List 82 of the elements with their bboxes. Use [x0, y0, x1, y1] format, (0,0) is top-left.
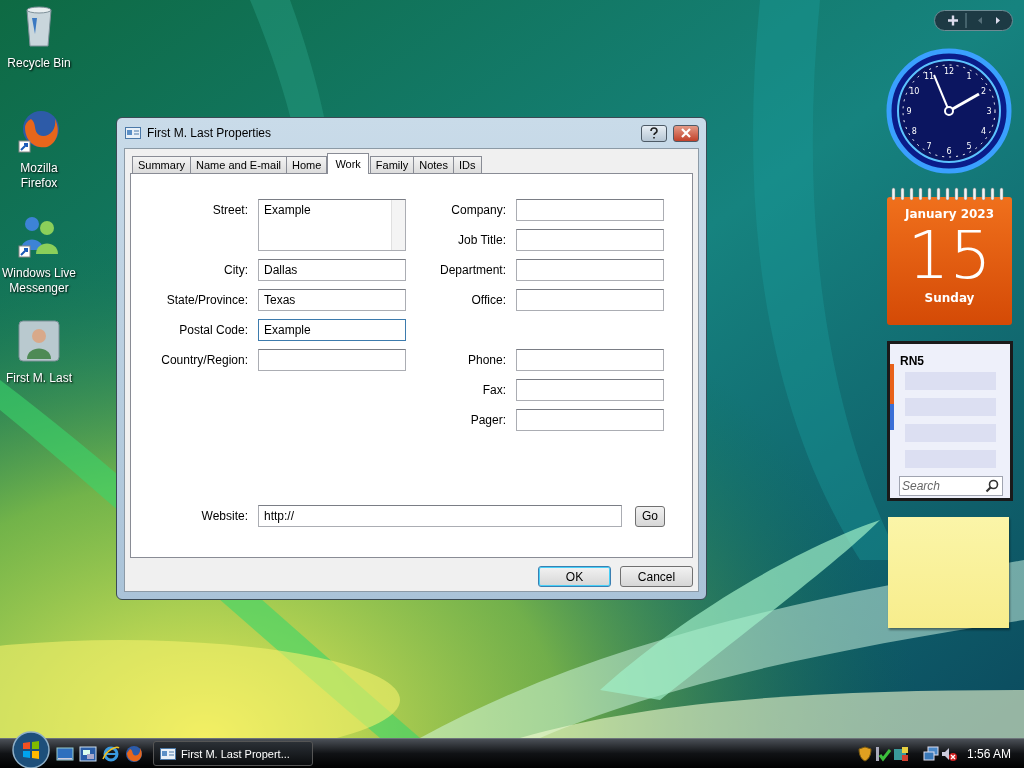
input-field[interactable]: Dallas — [258, 259, 406, 281]
field-label: Job Title: — [456, 232, 506, 249]
text-area[interactable]: Example — [258, 199, 406, 251]
dialog-button[interactable]: OK — [538, 566, 611, 587]
field-label: Country/Region: — [160, 352, 248, 369]
calendar-month: January 2023 — [904, 207, 995, 221]
clock-numeral: 1 — [966, 72, 972, 82]
window-switch-icon[interactable] — [79, 744, 97, 763]
clock-numeral: 4 — [981, 127, 987, 136]
clock-hands-drawing — [933, 74, 980, 116]
window-title: First M. Last Properties — [147, 126, 273, 140]
gadget-controls-drawing[interactable] — [934, 10, 1013, 31]
clock-numeral: 10 — [909, 87, 920, 96]
input-field[interactable] — [516, 349, 664, 371]
notes-title: RN5 — [900, 354, 925, 368]
tab[interactable]: Home — [286, 156, 328, 173]
input-field[interactable] — [516, 199, 664, 221]
taskbar-button[interactable]: First M. Last Propert... — [153, 741, 313, 766]
shield-icon[interactable] — [856, 745, 873, 762]
field-label: City: — [223, 262, 248, 279]
search-icon[interactable] — [985, 479, 999, 493]
taskbar-clock[interactable]: 1:56 AM — [966, 746, 1011, 761]
clock-numeral: 8 — [911, 127, 917, 136]
desktop-icon-label[interactable]: First M. Last — [1, 371, 77, 386]
field-label: Postal Code: — [178, 322, 248, 339]
help-button[interactable] — [641, 124, 667, 142]
tab[interactable]: Name and E-mail — [190, 156, 288, 173]
calendar-weekday: Sunday — [924, 291, 975, 305]
fox-globe-icon[interactable] — [17, 109, 61, 153]
scrollbar[interactable] — [391, 200, 405, 250]
question-mark-icon — [649, 127, 659, 139]
show-desktop-icon[interactable] — [56, 744, 74, 763]
input-field[interactable]: Texas — [258, 289, 406, 311]
clock-numeral: 5 — [966, 141, 972, 151]
input-field[interactable] — [516, 379, 664, 401]
field-label: Website: — [200, 508, 248, 525]
field-label: Fax: — [481, 382, 506, 399]
field-label: Office: — [470, 292, 506, 309]
contact-icon[interactable] — [17, 319, 61, 363]
go-button[interactable]: Go — [635, 505, 665, 527]
fox-globe-icon[interactable] — [125, 744, 143, 763]
tab[interactable]: IDs — [453, 156, 482, 173]
tab[interactable]: Family — [369, 156, 415, 173]
people-icon[interactable] — [17, 214, 61, 258]
close-icon — [680, 128, 692, 138]
clock-numeral: 12 — [943, 67, 955, 76]
field-label: Phone: — [466, 352, 506, 369]
input-field[interactable] — [516, 409, 664, 431]
field-label: Company: — [450, 202, 506, 219]
clock-numeral: 6 — [946, 147, 952, 156]
desktop-icon-label[interactable]: Windows Live Messenger — [1, 266, 77, 296]
tab[interactable]: Work — [327, 153, 369, 174]
calendar-day: 15 — [907, 221, 992, 291]
tab[interactable]: Summary — [132, 156, 192, 173]
contact-card-icon — [125, 127, 141, 139]
clock-numeral: 3 — [986, 107, 992, 116]
website-field[interactable]: http:// — [258, 505, 622, 527]
desktop-icon-label[interactable]: Recycle Bin — [1, 56, 77, 71]
input-field[interactable] — [258, 349, 406, 371]
field-label: Department: — [438, 262, 506, 279]
clock-numeral: 7 — [926, 141, 932, 151]
input-field[interactable] — [516, 229, 664, 251]
clock-numeral: 11 — [923, 72, 935, 82]
update-icon[interactable] — [892, 745, 909, 762]
field-label: Street: — [211, 202, 248, 219]
field-label: Pager: — [469, 412, 506, 429]
network-icon[interactable] — [922, 745, 939, 762]
checkmark-icon[interactable] — [874, 745, 891, 762]
clock-numeral: 2 — [981, 87, 987, 96]
tab[interactable]: Notes — [413, 156, 454, 173]
start-button[interactable] — [11, 729, 51, 768]
contact-card-icon — [160, 747, 176, 760]
desktop-icon-label[interactable]: Mozilla Firefox — [1, 161, 77, 191]
search-field[interactable]: Search — [899, 476, 1003, 496]
input-field[interactable] — [516, 259, 664, 281]
browser-e-icon[interactable] — [102, 744, 120, 763]
dialog-button[interactable]: Cancel — [620, 566, 693, 587]
clock-numeral: 9 — [906, 107, 912, 116]
close-button[interactable] — [673, 124, 699, 142]
input-field[interactable] — [516, 289, 664, 311]
field-label: State/Province: — [165, 292, 248, 309]
input-field[interactable]: Example — [258, 319, 406, 341]
